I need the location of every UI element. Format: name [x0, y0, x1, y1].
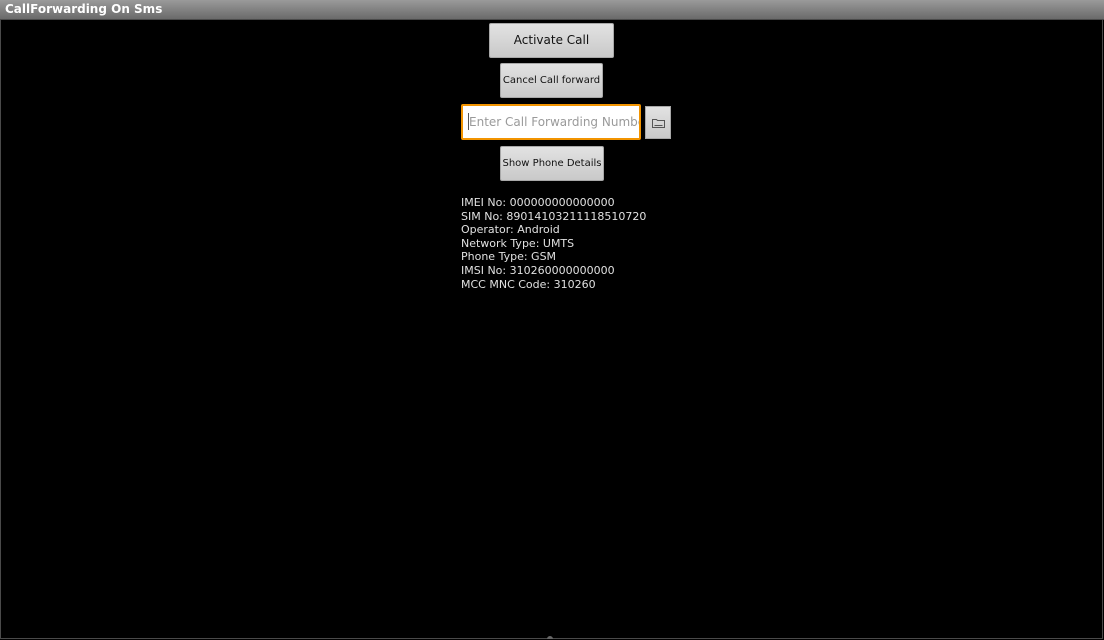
cancel-call-forward-button[interactable]: Cancel Call forward	[500, 63, 603, 98]
show-phone-details-button[interactable]: Show Phone Details	[500, 146, 604, 181]
activate-call-forward-button[interactable]: Activate Call forward	[489, 23, 614, 80]
contacts-icon	[652, 119, 665, 128]
phone-details: IMEI No: 000000000000000 SIM No: 8901410…	[461, 196, 646, 291]
forwarding-number-field[interactable]	[461, 104, 641, 140]
imei-text: IMEI No: 000000000000000	[461, 196, 615, 209]
bottom-indicator	[547, 636, 553, 639]
app-title: CallForwarding On Sms	[5, 2, 163, 16]
text-cursor	[468, 113, 469, 130]
network-type-text: Network Type: UMTS	[461, 236, 575, 250]
phone-type-text: Phone Type: GSM	[461, 250, 557, 264]
mcc-mnc-text: MCC MNC Code: 310260	[461, 277, 596, 291]
operator-text: Operator: Android	[461, 223, 560, 237]
contact-picker-button[interactable]	[645, 106, 671, 139]
imsi-text: IMSI No: 310260000000000	[461, 263, 615, 277]
title-bar: CallForwarding On Sms	[0, 0, 1104, 20]
forwarding-number-input[interactable]	[463, 106, 639, 138]
sim-text: SIM No: 89014103211118510720	[461, 209, 647, 223]
